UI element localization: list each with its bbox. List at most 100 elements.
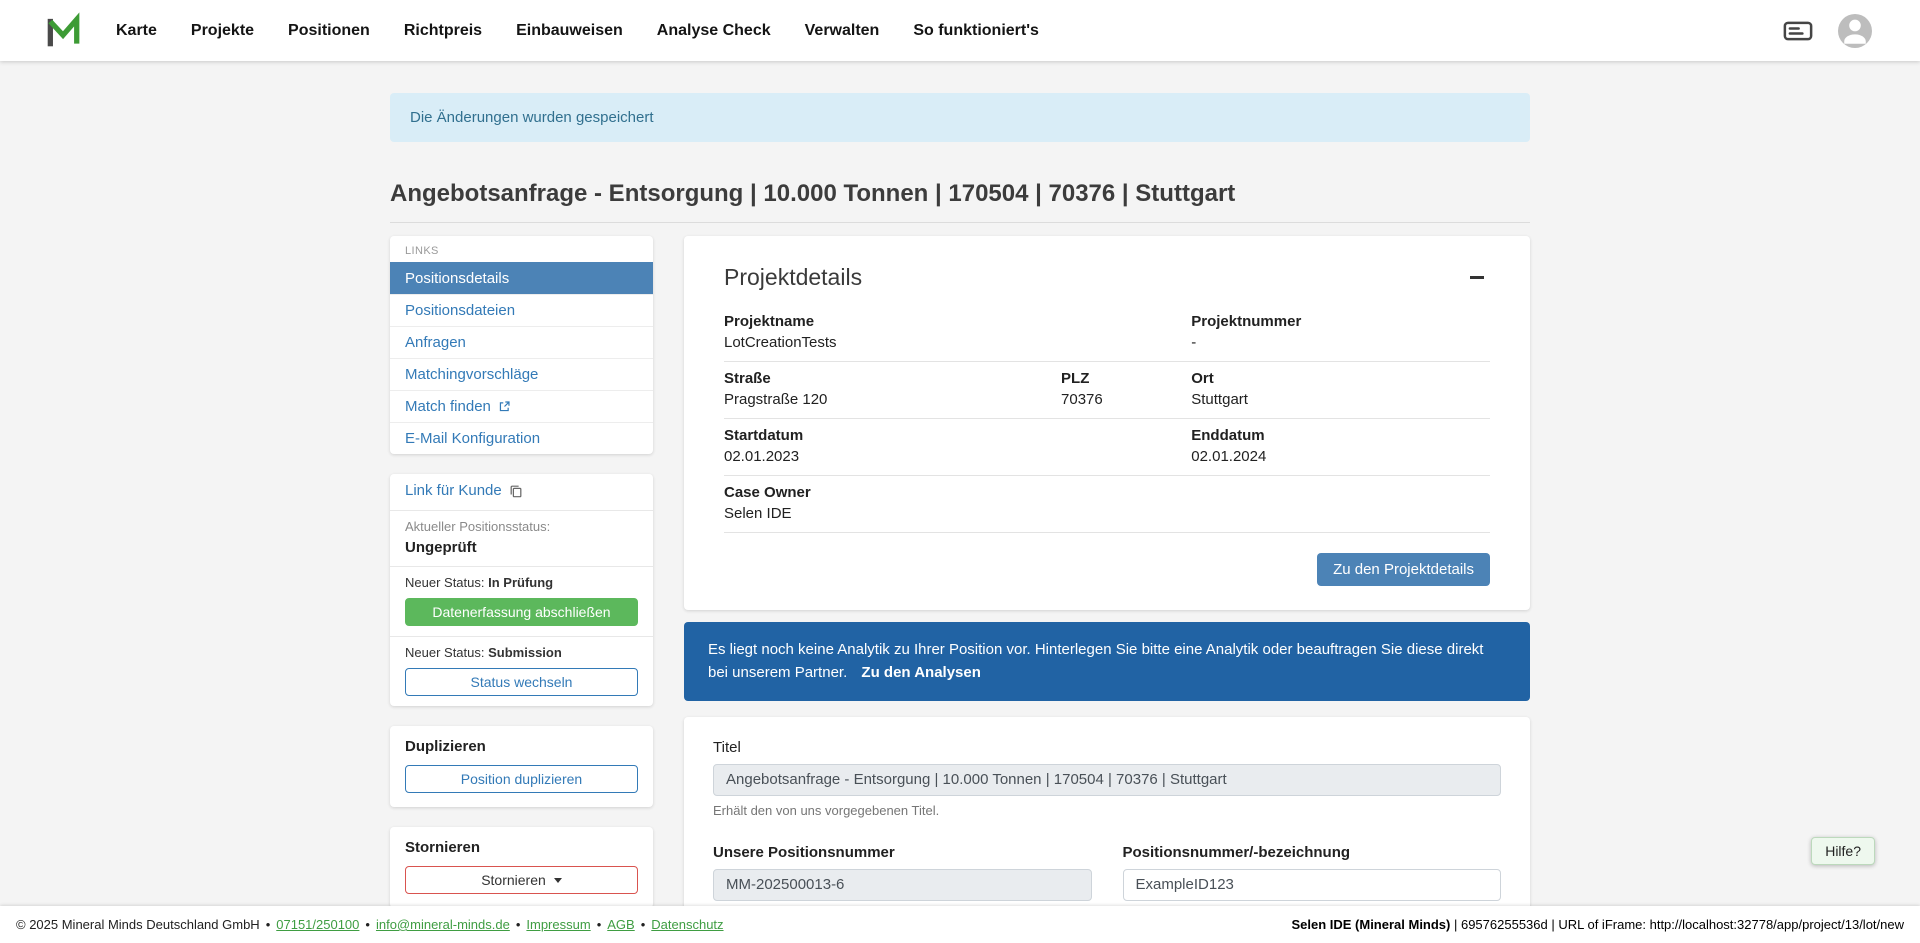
titel-help: Erhält den von uns vorgegebenen Titel. <box>713 803 1501 818</box>
to-project-details-button[interactable]: Zu den Projektdetails <box>1317 553 1490 586</box>
nav-right <box>1782 14 1872 48</box>
strasse-label: Straße <box>724 370 1061 387</box>
sidebar-item-matchingvorschlaege[interactable]: Matchingvorschläge <box>390 358 653 390</box>
next-status-1-line: Neuer Status: In Prüfung <box>405 575 638 590</box>
duplicate-position-button[interactable]: Position duplizieren <box>405 765 638 793</box>
customer-link[interactable]: Link für Kunde <box>405 482 523 499</box>
success-alert: Die Änderungen wurden gespeichert <box>390 93 1530 142</box>
footer-session-info: Selen IDE (Mineral Minds) | 69576255536d… <box>1291 917 1904 932</box>
separator-dot <box>635 917 652 932</box>
main-nav: Karte Projekte Positionen Richtpreis Ein… <box>116 22 1039 40</box>
copyright-text: © 2025 Mineral Minds Deutschland GmbH <box>16 917 260 932</box>
project-row-4: Case Owner Selen IDE <box>724 476 1490 533</box>
server-icon[interactable] <box>1782 16 1814 46</box>
sidebar-item-label: Anfragen <box>405 334 466 351</box>
to-analyses-link[interactable]: Zu den Analysen <box>861 664 980 681</box>
nav-item-einbauweisen[interactable]: Einbauweisen <box>516 22 623 40</box>
next-status-2-line: Neuer Status: Submission <box>405 645 638 660</box>
mineral-minds-logo[interactable] <box>44 12 82 50</box>
field-projektnummer: Projektnummer - <box>1191 313 1490 351</box>
case-owner-value: Selen IDE <box>724 505 1490 522</box>
field-startdatum: Startdatum 02.01.2023 <box>724 427 1191 465</box>
projektnummer-value: - <box>1191 334 1490 351</box>
case-owner-label: Case Owner <box>724 484 1490 501</box>
page-title: Angebotsanfrage - Entsorgung | 10.000 To… <box>390 180 1530 208</box>
user-avatar[interactable] <box>1838 14 1872 48</box>
nav-item-positionen[interactable]: Positionen <box>288 22 370 40</box>
position-form-card: Titel Erhält den von uns vorgegebenen Ti… <box>684 717 1530 907</box>
strasse-value: Pragstraße 120 <box>724 391 1061 408</box>
startdatum-value: 02.01.2023 <box>724 448 1191 465</box>
help-button[interactable]: Hilfe? <box>1811 837 1875 865</box>
unsere-positionsnummer-field: Unsere Positionsnummer Erhält eine syste… <box>713 844 1092 907</box>
field-strasse: Straße Pragstraße 120 <box>724 370 1061 408</box>
current-status-section: Aktueller Positionsstatus: Ungeprüft <box>390 510 653 566</box>
next-status-2-section: Neuer Status: Submission Status wechseln <box>390 636 653 706</box>
nav-item-so-funktionierts[interactable]: So funktioniert's <box>913 22 1039 40</box>
analytics-banner-text: Es liegt noch keine Analytik zu Ihrer Po… <box>708 641 1483 681</box>
separator-dot <box>591 917 608 932</box>
sidebar-item-anfragen[interactable]: Anfragen <box>390 326 653 358</box>
footer: © 2025 Mineral Minds Deutschland GmbH 07… <box>0 906 1920 943</box>
field-ort: Ort Stuttgart <box>1191 370 1490 408</box>
footer-link-agb[interactable]: AGB <box>607 917 634 932</box>
project-row-2: Straße Pragstraße 120 PLZ 70376 Ort Stut… <box>724 362 1490 419</box>
footer-link-impressum[interactable]: Impressum <box>526 917 590 932</box>
cancel-button-label: Stornieren <box>481 872 546 888</box>
content-column: Projektdetails Projektname LotCreationTe… <box>684 236 1530 906</box>
unsere-positionsnummer-label: Unsere Positionsnummer <box>713 844 1092 861</box>
plz-label: PLZ <box>1061 370 1191 387</box>
next-status-2-value: Submission <box>488 645 562 660</box>
duplicate-title: Duplizieren <box>405 738 638 755</box>
field-plz: PLZ 70376 <box>1061 370 1191 408</box>
top-nav: Karte Projekte Positionen Richtpreis Ein… <box>0 0 1920 61</box>
nav-item-richtpreis[interactable]: Richtpreis <box>404 22 482 40</box>
separator-dot <box>510 917 527 932</box>
projektname-value: LotCreationTests <box>724 334 1191 351</box>
complete-data-entry-button[interactable]: Datenerfassung abschließen <box>405 598 638 626</box>
sidebar-item-email-konfiguration[interactable]: E-Mail Konfiguration <box>390 422 653 454</box>
next-status-1-value: In Prüfung <box>488 575 553 590</box>
position-number-row: Unsere Positionsnummer Erhält eine syste… <box>713 844 1501 907</box>
nav-item-analyse-check[interactable]: Analyse Check <box>657 22 771 40</box>
positionsnummer-input[interactable] <box>1123 869 1502 901</box>
next-status-label: Neuer Status: <box>405 645 485 660</box>
sidebar-item-positionsdateien[interactable]: Positionsdateien <box>390 294 653 326</box>
collapse-icon[interactable] <box>1470 276 1484 279</box>
footer-link-email[interactable]: info@mineral-minds.de <box>376 917 510 932</box>
separator-dot <box>359 917 376 932</box>
nav-item-verwalten[interactable]: Verwalten <box>805 22 880 40</box>
sidebar-item-positionsdetails[interactable]: Positionsdetails <box>390 262 653 294</box>
startdatum-label: Startdatum <box>724 427 1191 444</box>
project-row-1: Projektname LotCreationTests Projektnumm… <box>724 305 1490 362</box>
sidebar-item-label: Positionsdateien <box>405 302 515 319</box>
links-header: LINKS <box>390 236 653 262</box>
positionsnummer-field: Positionsnummer/-bezeichnung Z.B. Intern… <box>1123 844 1502 907</box>
cancel-dropdown-button[interactable]: Stornieren <box>405 866 638 894</box>
external-link-icon <box>498 400 511 413</box>
titel-label: Titel <box>713 739 1501 756</box>
customer-link-section: Link für Kunde <box>390 474 653 510</box>
duplicate-card: Duplizieren Position duplizieren <box>390 726 653 807</box>
projektname-label: Projektname <box>724 313 1191 330</box>
nav-item-karte[interactable]: Karte <box>116 22 157 40</box>
title-divider <box>390 222 1530 223</box>
cancel-card: Stornieren Stornieren <box>390 827 653 906</box>
nav-item-projekte[interactable]: Projekte <box>191 22 254 40</box>
current-status-value: Ungeprüft <box>405 539 638 556</box>
sidebar-item-match-finden[interactable]: Match finden <box>390 390 653 422</box>
logo-icon <box>44 12 82 50</box>
enddatum-label: Enddatum <box>1191 427 1490 444</box>
footer-link-datenschutz[interactable]: Datenschutz <box>651 917 723 932</box>
project-details-card: Projektdetails Projektname LotCreationTe… <box>684 236 1530 610</box>
sidebar-item-label: Matchingvorschläge <box>405 366 538 383</box>
plz-value: 70376 <box>1061 391 1191 408</box>
field-projektname: Projektname LotCreationTests <box>724 313 1191 351</box>
switch-status-button[interactable]: Status wechseln <box>405 668 638 696</box>
analytics-banner: Es liegt noch keine Analytik zu Ihrer Po… <box>684 622 1530 701</box>
main-content: Die Änderungen wurden gespeichert Angebo… <box>0 61 1920 906</box>
project-details-rows: Projektname LotCreationTests Projektnumm… <box>724 305 1490 533</box>
footer-left: © 2025 Mineral Minds Deutschland GmbH 07… <box>16 917 724 932</box>
footer-link-phone[interactable]: 07151/250100 <box>276 917 359 932</box>
next-status-label: Neuer Status: <box>405 575 485 590</box>
